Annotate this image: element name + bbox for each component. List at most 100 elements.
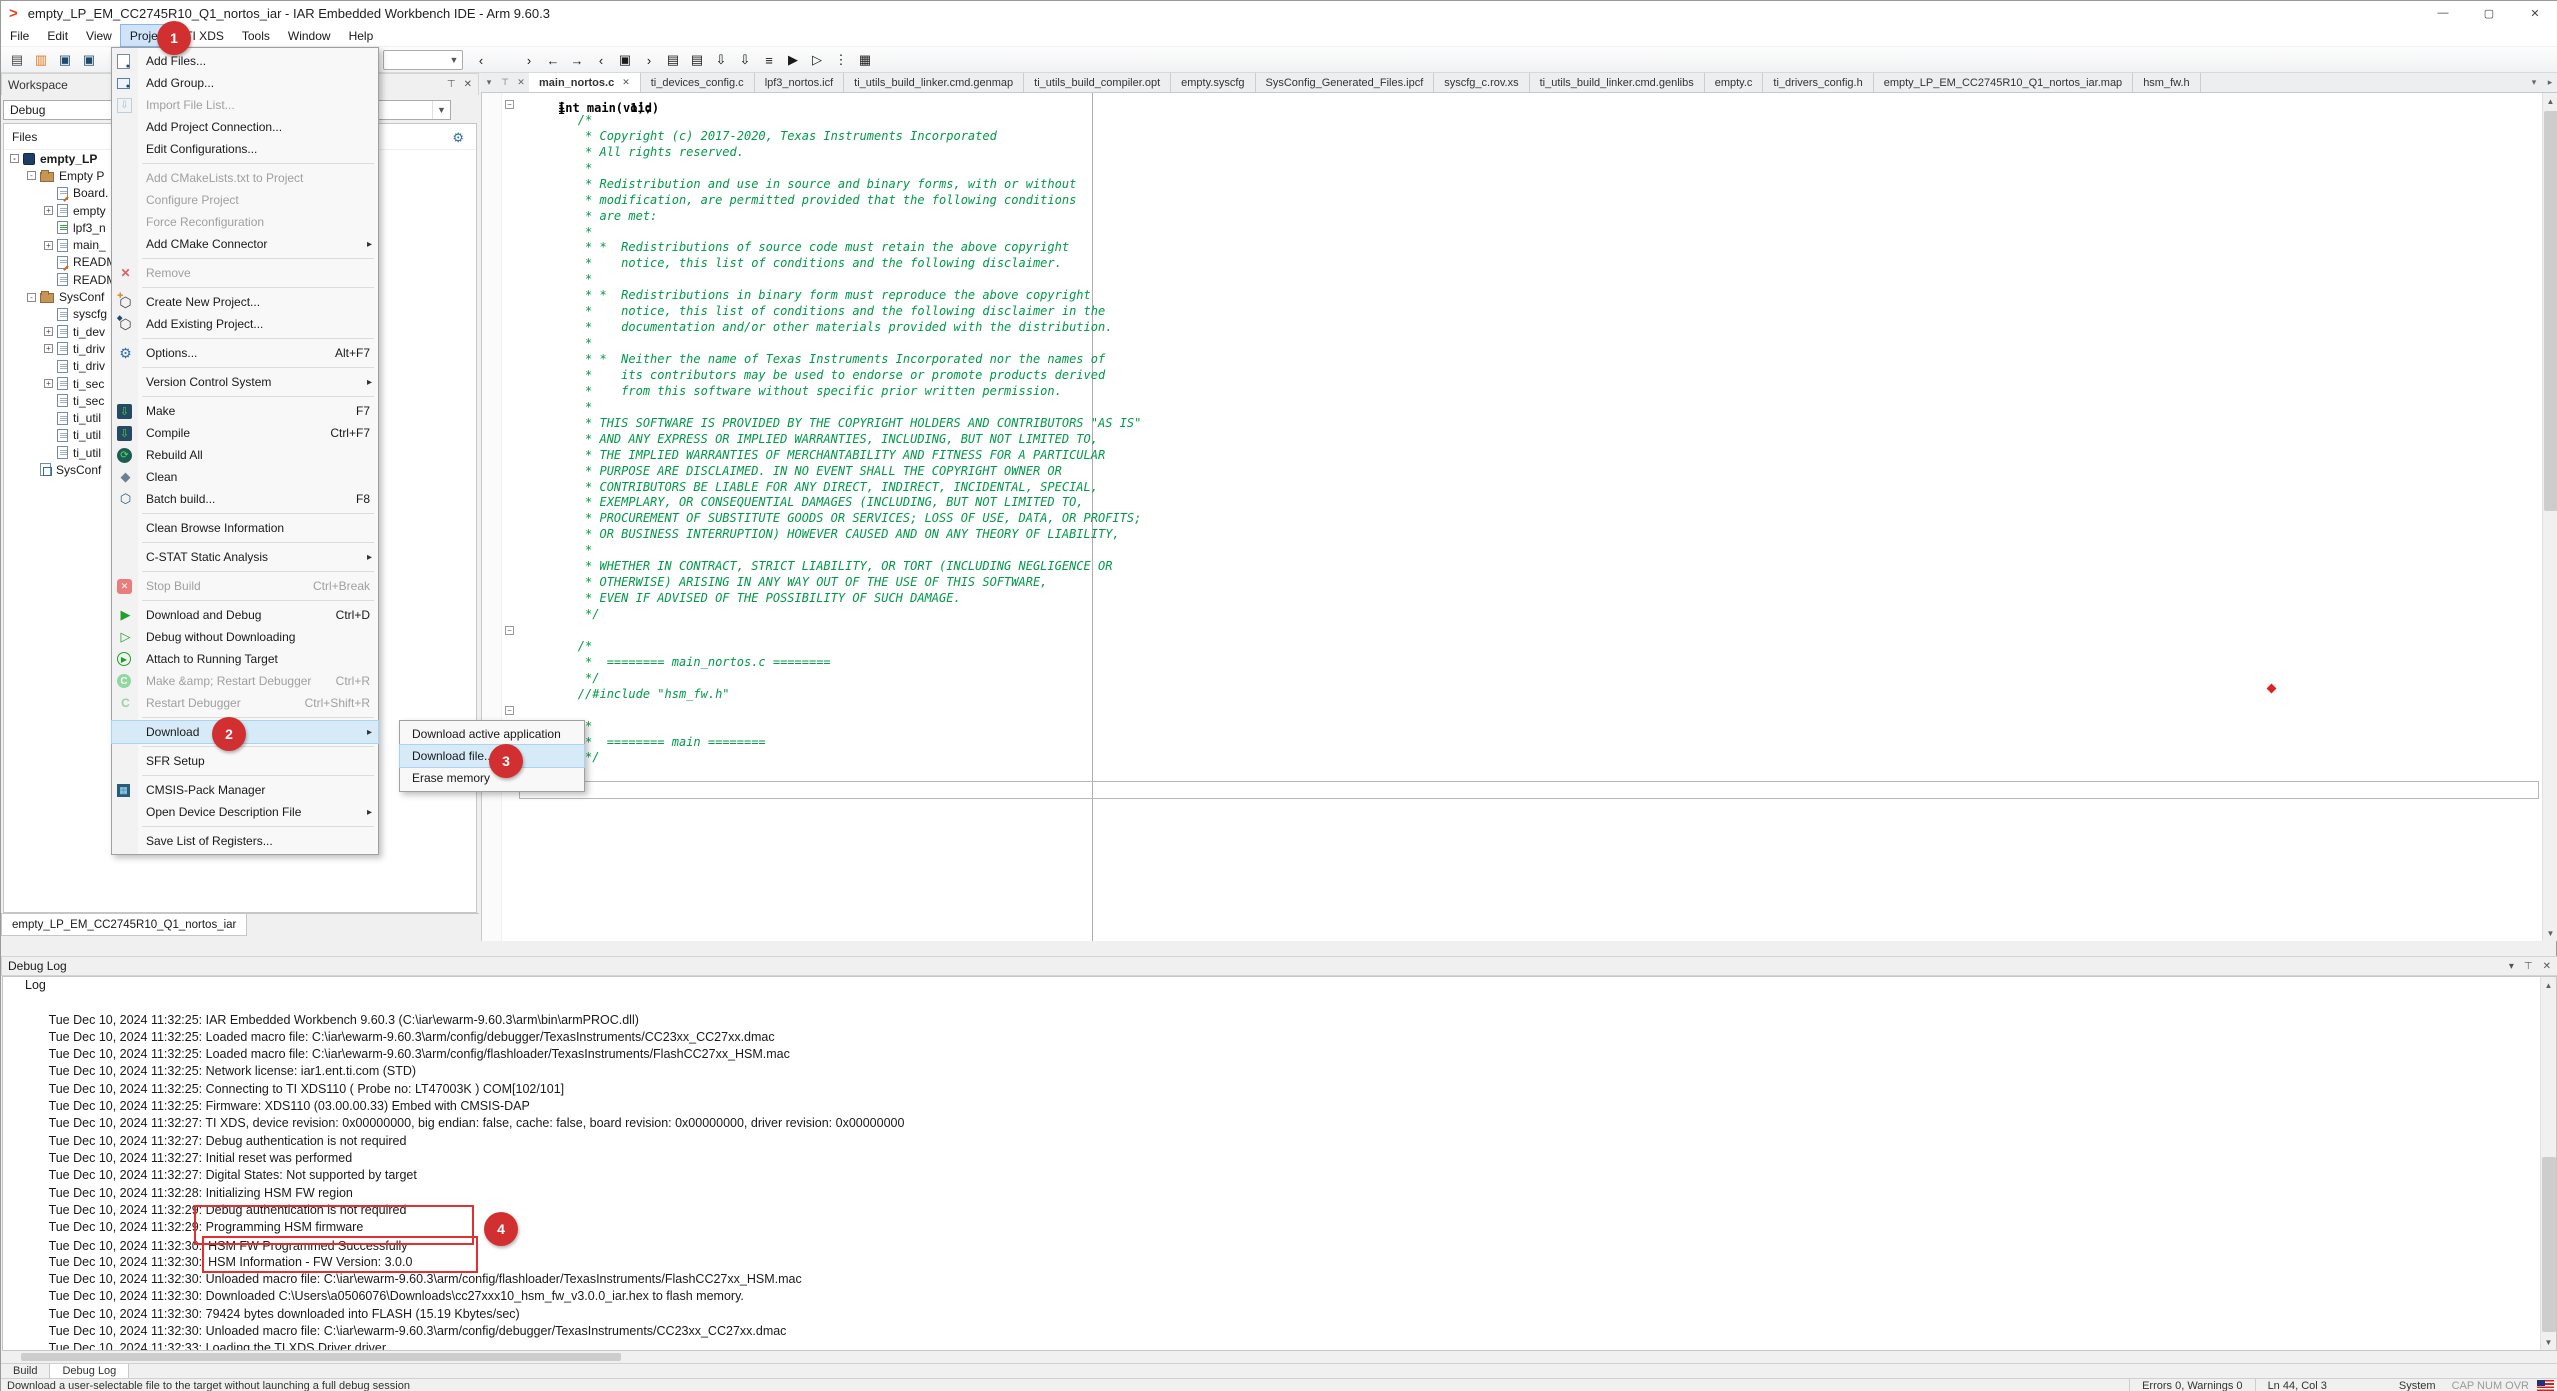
menu-item[interactable]: ⇩ Make F7 bbox=[112, 400, 378, 422]
editor-tab[interactable]: ti_utils_build_linker.cmd.genmap bbox=[844, 73, 1024, 92]
gear-icon[interactable]: ⚙ bbox=[452, 130, 464, 146]
toolbar-icon[interactable]: ⇩ bbox=[734, 50, 756, 70]
editor-tab[interactable]: empty.syscfg bbox=[1171, 73, 1255, 92]
toolbar-icon[interactable]: ▤ bbox=[6, 50, 28, 70]
scrollbar-thumb[interactable] bbox=[2542, 1157, 2556, 1332]
editor-vertical-scrollbar[interactable]: ▲ ▼ bbox=[2542, 93, 2557, 941]
close-icon[interactable]: ✕ bbox=[464, 79, 472, 90]
breakpoint-gutter[interactable] bbox=[482, 93, 502, 941]
tab-scroll-icon[interactable]: ▸ bbox=[2542, 73, 2557, 92]
menu-item[interactable]: ⬡ Batch build... F8 bbox=[112, 488, 378, 510]
tree-expander-icon[interactable]: - bbox=[27, 171, 36, 180]
tree-expander-icon[interactable]: + bbox=[44, 344, 53, 353]
editor-tab[interactable]: ti_utils_build_linker.cmd.genlibs bbox=[1530, 73, 1705, 92]
tab-scroll-icon[interactable]: ▾ bbox=[2526, 73, 2542, 92]
editor-tab[interactable]: empty_LP_EM_CC2745R10_Q1_nortos_iar.map bbox=[1874, 73, 2133, 92]
menu-item[interactable]: ⬡ Create New Project... bbox=[112, 291, 378, 313]
toolbar-icon[interactable] bbox=[494, 50, 516, 70]
tab-control-icon[interactable]: ⊤ bbox=[497, 73, 513, 92]
menu-item[interactable]: ▶ Attach to Running Target bbox=[112, 648, 378, 670]
close-icon[interactable]: ✕ bbox=[2543, 961, 2551, 972]
output-tab[interactable]: Build bbox=[1, 1364, 50, 1378]
scrollbar-thumb[interactable] bbox=[21, 1353, 621, 1361]
tab-control-icon[interactable]: ✕ bbox=[513, 73, 529, 92]
menu-item[interactable]: C Make &amp; Restart Debugger Ctrl+R bbox=[112, 670, 378, 692]
tree-expander-icon[interactable]: + bbox=[44, 379, 53, 388]
output-tab[interactable]: Debug Log bbox=[50, 1364, 129, 1378]
editor-tab[interactable]: SysConfig_Generated_Files.ipcf bbox=[1256, 73, 1435, 92]
menu-item[interactable] bbox=[112, 772, 378, 779]
fold-marker-icon[interactable]: − bbox=[505, 100, 514, 109]
menu-item[interactable]: ▦ CMSIS-Pack Manager bbox=[112, 779, 378, 801]
menu-item[interactable]: C Restart Debugger Ctrl+Shift+R bbox=[112, 692, 378, 714]
toolbar-icon[interactable]: ⋮ bbox=[830, 50, 852, 70]
menu-item[interactable]: C-STAT Static Analysis bbox=[112, 546, 378, 568]
keyboard-language-flag-icon[interactable] bbox=[2537, 1380, 2554, 1391]
pin-icon[interactable]: ⊤ bbox=[447, 79, 456, 90]
menu-item[interactable]: SFR Setup bbox=[112, 750, 378, 772]
menu-item[interactable]: ◆ Clean bbox=[112, 466, 378, 488]
scrollbar-thumb[interactable] bbox=[2544, 111, 2557, 511]
window-button[interactable]: — bbox=[2420, 1, 2466, 25]
toolbar-icon[interactable]: ▥ bbox=[30, 50, 52, 70]
menu-bar-item[interactable]: View bbox=[77, 25, 121, 46]
menu-item[interactable] bbox=[112, 510, 378, 517]
menu-item[interactable]: Add Files... bbox=[112, 50, 378, 72]
menu-item[interactable] bbox=[112, 255, 378, 262]
editor-tab[interactable]: ti_devices_config.c bbox=[641, 73, 755, 92]
menu-item[interactable]: Open Device Description File bbox=[112, 801, 378, 823]
scroll-up-icon[interactable]: ▲ bbox=[2543, 93, 2557, 109]
fold-marker-icon[interactable]: − bbox=[505, 626, 514, 635]
toolbar-icon[interactable]: ≡ bbox=[758, 50, 780, 70]
menu-item[interactable]: Clean Browse Information bbox=[112, 517, 378, 539]
toolbar-icon[interactable]: ▣ bbox=[614, 50, 636, 70]
editor-tab[interactable]: ti_drivers_config.h bbox=[1763, 73, 1873, 92]
menu-item[interactable]: Force Reconfiguration bbox=[112, 211, 378, 233]
workspace-project-tab[interactable]: empty_LP_EM_CC2745R10_Q1_nortos_iar bbox=[1, 914, 247, 936]
editor-tab[interactable]: main_nortos.c bbox=[529, 73, 641, 92]
menu-item[interactable]: Configure Project bbox=[112, 189, 378, 211]
submenu-item[interactable]: Download active application bbox=[400, 723, 584, 745]
chevron-down-icon[interactable]: ▾ bbox=[2509, 961, 2514, 972]
editor-tab[interactable]: lpf3_nortos.icf bbox=[755, 73, 844, 92]
debug-log-panel[interactable]: Log Tue Dec 10, 2024 11:32:25: IAR Embed… bbox=[2, 976, 2557, 1351]
menu-item[interactable]: ⟳ Rebuild All bbox=[112, 444, 378, 466]
tree-expander-icon[interactable]: - bbox=[27, 293, 36, 302]
menu-item[interactable] bbox=[112, 568, 378, 575]
tree-expander-icon[interactable]: - bbox=[10, 154, 19, 163]
menu-item[interactable] bbox=[112, 597, 378, 604]
window-button[interactable]: ✕ bbox=[2512, 1, 2557, 25]
toolbar-icon[interactable]: ‹ bbox=[590, 50, 612, 70]
menu-bar-item[interactable]: Edit bbox=[38, 25, 77, 46]
menu-item[interactable]: Add CMakeLists.txt to Project bbox=[112, 167, 378, 189]
toolbar-icon[interactable]: ▤ bbox=[662, 50, 684, 70]
scroll-down-icon[interactable]: ▼ bbox=[2543, 925, 2557, 941]
toolbar-icon[interactable]: ▤ bbox=[686, 50, 708, 70]
editor-tab[interactable]: empty.c bbox=[1705, 73, 1764, 92]
menu-item[interactable] bbox=[112, 823, 378, 830]
search-input[interactable]: ▼ bbox=[383, 50, 463, 70]
menu-item[interactable]: Edit Configurations... bbox=[112, 138, 378, 160]
toolbar-icon[interactable]: ▣ bbox=[78, 50, 100, 70]
menu-item[interactable] bbox=[112, 539, 378, 546]
editor-tab[interactable]: ti_utils_build_compiler.opt bbox=[1024, 73, 1171, 92]
pin-icon[interactable]: ⊤ bbox=[2524, 961, 2533, 972]
tree-expander-icon[interactable]: + bbox=[44, 241, 53, 250]
menu-item[interactable]: ✕ Remove bbox=[112, 262, 378, 284]
tree-expander-icon[interactable]: + bbox=[44, 327, 53, 336]
menu-item[interactable]: ▶ Download and Debug Ctrl+D bbox=[112, 604, 378, 626]
editor-tab[interactable]: hsm_fw.h bbox=[2133, 73, 2200, 92]
code-editor[interactable]: − − − /* * Copyright (c) 2017-2020, Texa… bbox=[481, 93, 2557, 941]
chevron-down-icon[interactable]: ▼ bbox=[446, 55, 462, 65]
menu-item[interactable]: ⇩ Import File List... bbox=[112, 94, 378, 116]
menu-item[interactable]: Version Control System bbox=[112, 371, 378, 393]
window-button[interactable]: ▢ bbox=[2466, 1, 2512, 25]
tree-expander-icon[interactable]: + bbox=[44, 206, 53, 215]
fold-marker-icon[interactable]: − bbox=[505, 706, 514, 715]
menu-item[interactable]: Add Group... bbox=[112, 72, 378, 94]
menu-item[interactable]: Save List of Registers... bbox=[112, 830, 378, 852]
toolbar-icon[interactable]: ← bbox=[542, 50, 564, 70]
scroll-down-icon[interactable]: ▼ bbox=[2541, 1334, 2556, 1350]
toolbar-icon[interactable]: ▷ bbox=[806, 50, 828, 70]
menu-item[interactable]: ✕ Stop Build Ctrl+Break bbox=[112, 575, 378, 597]
